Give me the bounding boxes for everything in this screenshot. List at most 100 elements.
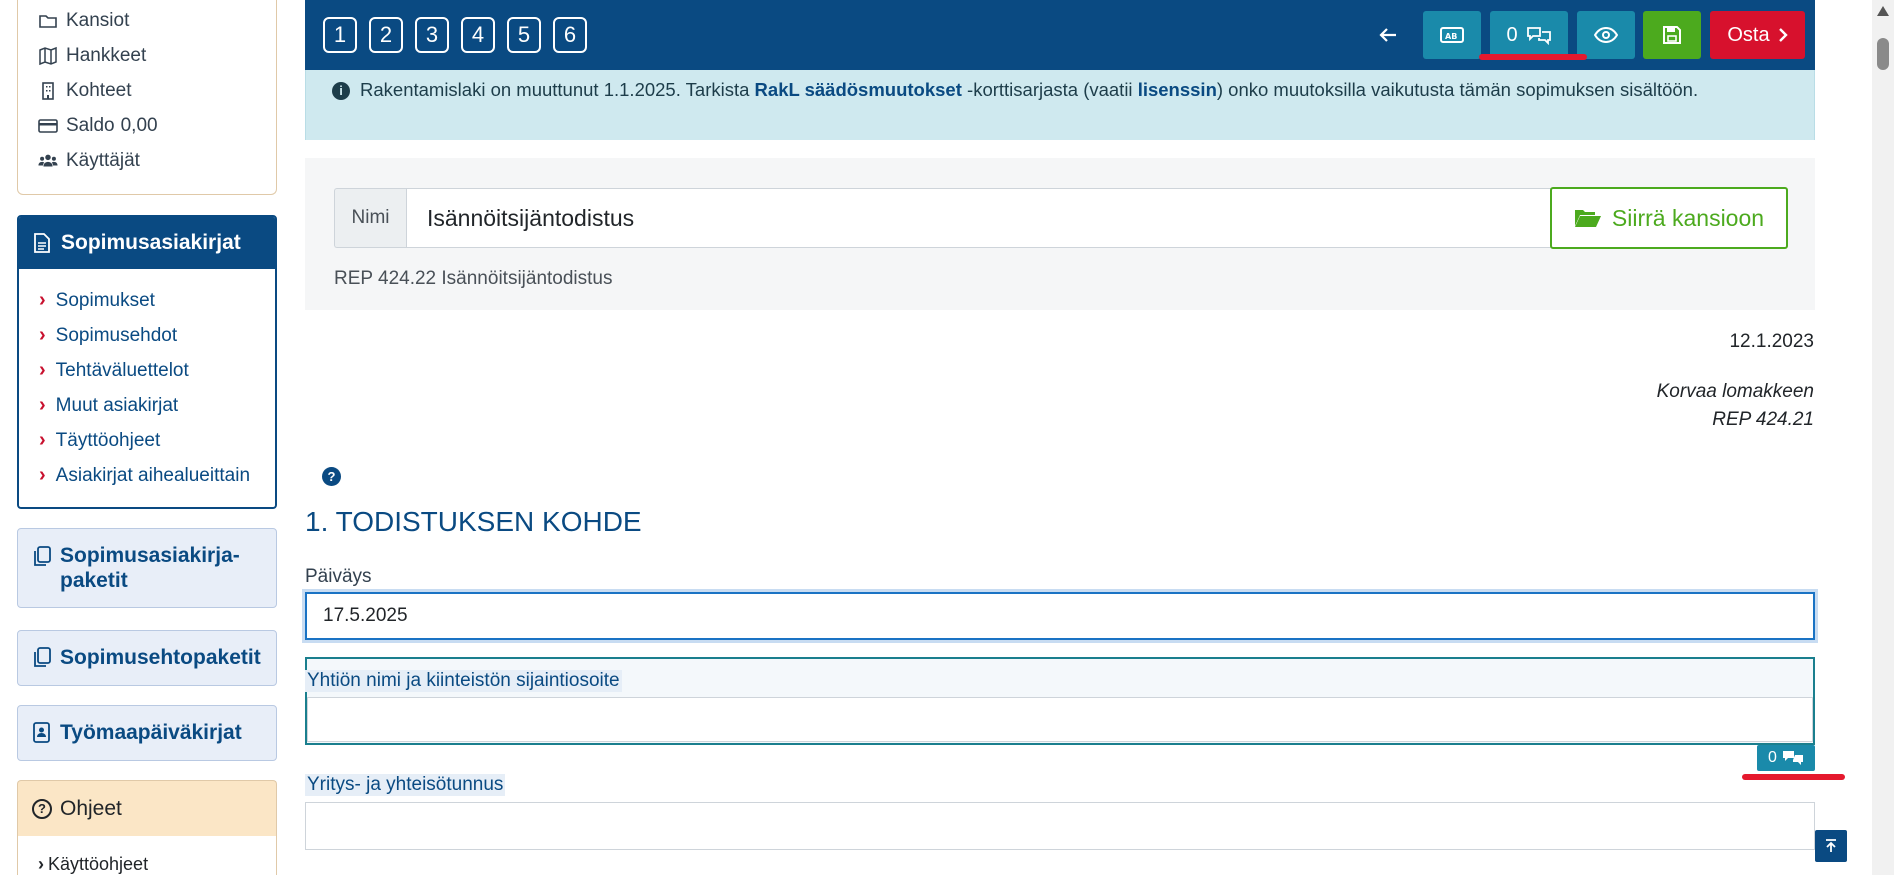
- business-id-field[interactable]: [305, 802, 1815, 850]
- document-icon: [34, 233, 50, 253]
- buy-button[interactable]: Osta: [1710, 11, 1805, 59]
- sidebar-link-label: Saldo: [66, 115, 115, 136]
- folder-open-icon: [1574, 210, 1601, 227]
- annotation-underline: [1742, 774, 1845, 780]
- sidebar-link-projects[interactable]: Hankkeet: [38, 45, 146, 67]
- save-button[interactable]: [1643, 11, 1701, 59]
- document-date: 12.1.2023: [1729, 331, 1814, 352]
- document-name-panel: Nimi Isännöitsijäntodistus Siirrä kansio…: [305, 158, 1815, 310]
- page-scrollbar[interactable]: [1872, 0, 1894, 875]
- account-card: Kansiot Hankkeet Kohteet Saldo 0,00 Käyt…: [17, 0, 277, 195]
- section-title: 1. TODISTUKSEN KOHDE: [305, 506, 642, 537]
- step-3-button[interactable]: 3: [415, 17, 449, 53]
- date-field[interactable]: 17.5.2025: [305, 592, 1815, 640]
- sidebar-item-label: Käyttöohjeet: [48, 854, 149, 874]
- sidebar-link-balance[interactable]: Saldo 0,00: [38, 115, 158, 137]
- help-card-body: › Käyttöohjeet: [17, 836, 277, 875]
- sidebar-package-label: Työmaapäiväkirjat: [60, 721, 242, 744]
- sidebar-item-terms[interactable]: › Sopimusehdot: [39, 324, 177, 347]
- field-comments-count: 0: [1768, 749, 1777, 766]
- notice-text: -korttisarjasta (vaatii: [961, 79, 1138, 100]
- company-field-label: Yhtiön nimi ja kiinteistön sijaintiosoit…: [305, 670, 622, 692]
- comments-button[interactable]: 0: [1490, 11, 1568, 59]
- sidebar-package-label: Sopimusasiakirja- paketit: [60, 544, 240, 592]
- sidebar-term-packages[interactable]: Sopimusehtopaketit: [17, 630, 277, 686]
- arrow-left-icon: [1379, 28, 1396, 42]
- balance-value: 0,00: [120, 115, 158, 136]
- step-5-button[interactable]: 5: [507, 17, 541, 53]
- company-address-field[interactable]: [307, 697, 1813, 742]
- chevron-right-icon: ›: [39, 394, 46, 416]
- scroll-to-top-button[interactable]: [1815, 830, 1847, 862]
- notice-text: ) onko muutoksilla vaikutusta tämän sopi…: [1216, 79, 1699, 100]
- save-icon: [1663, 26, 1681, 44]
- date-field-label: Päiväys: [305, 566, 372, 587]
- contract-documents-header[interactable]: Sopimusasiakirjat: [19, 217, 275, 269]
- sidebar-document-packages[interactable]: Sopimusasiakirja- paketit: [17, 528, 277, 608]
- sidebar-item-label: Sopimukset: [55, 289, 155, 311]
- sidebar-link-label: Hankkeet: [66, 45, 147, 66]
- scroll-up-arrow[interactable]: [1877, 6, 1889, 16]
- step-1-button[interactable]: 1: [323, 17, 357, 53]
- move-to-folder-label: Siirrä kansioon: [1611, 204, 1765, 231]
- editor-toolbar: 1 2 3 4 5 6 AB 0 Osta: [305, 0, 1815, 70]
- contract-documents-card: Sopimusasiakirjat › Sopimukset › Sopimuseh…: [17, 215, 277, 509]
- step-2-button[interactable]: 2: [369, 17, 403, 53]
- document-name-input[interactable]: Isännöitsijäntodistus: [406, 188, 1552, 248]
- comments-icon: [1782, 751, 1803, 765]
- sidebar-link-folders[interactable]: Kansiot: [38, 10, 129, 32]
- notice-text: Rakentamislaki on muuttunut 1.1.2025. Ta…: [360, 79, 755, 100]
- copy-icon: [34, 546, 51, 566]
- sidebar-item-task-lists[interactable]: › Tehtäväluettelot: [39, 359, 189, 382]
- move-to-folder-button[interactable]: Siirrä kansioon: [1550, 187, 1788, 249]
- map-icon: [39, 46, 57, 66]
- form-code: REP 424.22 Isännöitsijäntodistus: [334, 268, 613, 289]
- notice-link-law-changes[interactable]: RakL säädösmuutokset: [755, 79, 962, 100]
- comments-icon: [1526, 27, 1551, 45]
- contract-documents-title: Sopimusasiakirjat: [61, 231, 241, 254]
- info-icon: i: [332, 82, 350, 100]
- building-icon: [42, 82, 54, 100]
- chevron-right-icon: ›: [39, 324, 46, 346]
- chevron-right-icon: ›: [39, 464, 46, 486]
- help-card-header[interactable]: ? Ohjeet: [17, 780, 277, 836]
- chevron-right-icon: ›: [39, 359, 46, 381]
- app-root: Kansiot Hankkeet Kohteet Saldo 0,00 Käyt…: [0, 0, 1894, 875]
- business-id-field-label: Yritys- ja yhteisötunnus: [305, 774, 506, 796]
- sidebar-item-user-guides[interactable]: › Käyttöohjeet: [38, 854, 276, 875]
- sidebar-link-label: Käyttäjät: [66, 150, 140, 171]
- chevron-right-icon: [1778, 28, 1788, 42]
- field-comments-button[interactable]: 0: [1757, 745, 1815, 771]
- arrow-up-icon: [1826, 839, 1836, 852]
- copy-icon: [34, 647, 51, 667]
- question-circle-icon: ?: [32, 798, 52, 819]
- sidebar-link-label: Kansiot: [66, 10, 130, 31]
- preview-button[interactable]: [1577, 11, 1635, 59]
- sidebar-link-sites[interactable]: Kohteet: [38, 80, 132, 102]
- svg-text:AB: AB: [1445, 32, 1457, 41]
- buy-label: Osta: [1727, 23, 1770, 46]
- folder-icon: [39, 15, 57, 28]
- sidebar-item-documents-by-topic[interactable]: › Asiakirjat aihealueittain: [39, 464, 250, 487]
- replaces-line: Korvaa lomakkeen: [1656, 381, 1814, 402]
- notice-link-license[interactable]: lisenssin: [1138, 79, 1217, 100]
- sidebar-item-label: Asiakirjat aihealueittain: [55, 464, 251, 486]
- sidebar-item-fill-instructions[interactable]: › Täyttöohjeet: [39, 429, 160, 452]
- sidebar-link-users[interactable]: Käyttäjät: [38, 150, 140, 172]
- step-6-button[interactable]: 6: [553, 17, 587, 53]
- replaces-note: Korvaa lomakkeen REP 424.21: [1657, 378, 1814, 434]
- users-icon: [38, 154, 58, 167]
- help-icon[interactable]: ?: [322, 467, 341, 486]
- name-label: Nimi: [334, 188, 406, 248]
- sidebar-site-diaries[interactable]: Työmaapäiväkirjat: [17, 705, 277, 761]
- sidebar-item-other-documents[interactable]: › Muut asiakirjat: [39, 394, 178, 417]
- sidebar-item-contracts[interactable]: › Sopimukset: [39, 289, 155, 312]
- chevron-right-icon: ›: [39, 429, 46, 451]
- step-4-button[interactable]: 4: [461, 17, 495, 53]
- help-title: Ohjeet: [60, 796, 122, 820]
- comments-count: 0: [1506, 23, 1518, 46]
- sidebar-link-label: Kohteet: [66, 80, 132, 101]
- scroll-thumb[interactable]: [1877, 38, 1889, 70]
- back-button[interactable]: [1365, 11, 1411, 59]
- spellcheck-button[interactable]: AB: [1423, 11, 1481, 59]
